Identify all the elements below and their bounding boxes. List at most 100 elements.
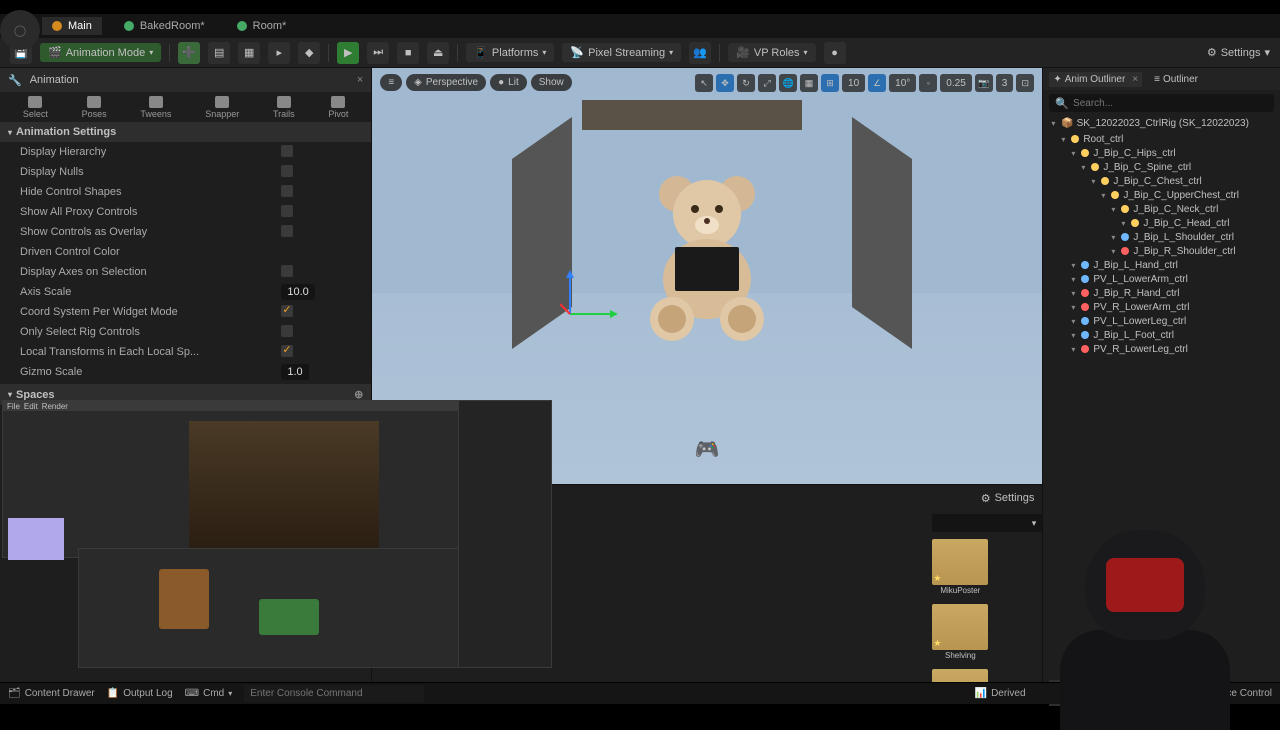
sequence-button[interactable]: ▸ [268,42,290,64]
tree-row[interactable]: ▾PV_R_LowerArm_ctrl [1043,300,1280,314]
gizmo-scale-input[interactable]: 1.0 [281,364,308,380]
search-icon: 🔍 [1055,97,1069,110]
close-icon[interactable]: × [357,74,363,86]
tab-anim-outliner[interactable]: ✦Anim Outliner× [1049,72,1142,87]
checkbox-proxy[interactable] [281,205,293,217]
derived-data-button[interactable]: 📊 Derived [975,688,1026,699]
checkbox-overlay[interactable] [281,225,293,237]
tree-row[interactable]: ▾PV_L_LowerArm_ctrl [1043,272,1280,286]
tree-row[interactable]: ▾J_Bip_C_Head_ctrl [1043,216,1280,230]
surface-snap[interactable]: ▦ [800,74,818,92]
eject-button[interactable]: ⏏ [427,42,449,64]
checkbox-coord[interactable] [281,305,293,317]
scale-snap-value[interactable]: 0.25 [940,74,971,92]
camera-speed-value[interactable]: 3 [996,74,1014,92]
scale-snap[interactable]: ◦ [919,74,937,92]
stop-button[interactable]: ■ [397,42,419,64]
unreal-logo[interactable]: ◯ [0,10,40,50]
gamepad-icon: 🎮 [695,437,720,462]
checkbox-display-nulls[interactable] [281,165,293,177]
angle-snap[interactable]: ∠ [868,74,886,92]
settings-dropdown[interactable]: ⚙Settings▾ [1207,46,1270,59]
axis-scale-input[interactable]: 10.0 [281,284,314,300]
tree-row[interactable]: ▾Root_ctrl [1043,132,1280,146]
checkbox-axes[interactable] [281,265,293,277]
tree-row[interactable]: ▾J_Bip_L_Shoulder_ctrl [1043,230,1280,244]
tab-outliner[interactable]: ≡Outliner [1150,72,1202,87]
mode-dropdown[interactable]: 🎬Animation Mode▾ [40,43,161,62]
grid-snap-value[interactable]: 10 [842,74,865,92]
search-input[interactable] [1073,98,1268,109]
maximize-viewport[interactable]: ⊡ [1016,74,1034,92]
tab-room[interactable]: Room* [227,17,297,35]
tree-row[interactable]: ▾PV_L_LowerLeg_ctrl [1043,314,1280,328]
mode-tweens[interactable]: Tweens [134,94,177,121]
select-tool[interactable]: ↖ [695,74,713,92]
mode-trails[interactable]: Trails [267,94,301,121]
tab-bakedroom[interactable]: BakedRoom* [114,17,215,35]
tree-row[interactable]: ▾J_Bip_R_Shoulder_ctrl [1043,244,1280,258]
perspective-dropdown[interactable]: ◈ Perspective [406,74,486,91]
mode-select[interactable]: Select [17,94,54,121]
vproles-dropdown[interactable]: 🎥VP Roles▾ [728,43,815,62]
tab-label: Main [68,20,92,32]
mode-poses[interactable]: Poses [76,94,113,121]
asset-mikuposter[interactable]: ★MikuPoster [932,539,988,596]
asset-shelving[interactable]: ★Shelving [932,604,988,661]
output-log-button[interactable]: 📋 Output Log [107,688,173,699]
cmd-dropdown[interactable]: ⌨ Cmd ▾ [185,688,233,699]
normal-map-chip [8,518,64,560]
tree-row[interactable]: ▾J_Bip_C_Neck_ctrl [1043,202,1280,216]
play-button[interactable]: ▶ [337,42,359,64]
tree-row[interactable]: ▾J_Bip_C_Spine_ctrl [1043,160,1280,174]
tree-root[interactable]: ▾📦 SK_12022023_CtrlRig (SK_12022023) [1043,116,1280,130]
external-window-2[interactable] [78,548,468,668]
prop-label: Show All Proxy Controls [20,206,281,218]
external-window-3[interactable] [458,400,552,668]
content-drawer-button[interactable]: 🗂 Content Drawer [8,688,95,699]
skip-button[interactable]: ⏭ [367,42,389,64]
grid-snap[interactable]: ⊞ [821,74,839,92]
keyframe-button[interactable]: ◆ [298,42,320,64]
checkbox-hide-shapes[interactable] [281,185,293,197]
console-input[interactable] [244,685,424,702]
tree-row[interactable]: ▾J_Bip_L_Hand_ctrl [1043,258,1280,272]
tree-row[interactable]: ▾PV_R_LowerLeg_ctrl [1043,342,1280,356]
rotate-tool[interactable]: ↻ [737,74,755,92]
show-dropdown[interactable]: Show [531,74,572,91]
add-button[interactable]: ➕ [178,42,200,64]
checkbox-onlyrig[interactable] [281,325,293,337]
filter-dropdown[interactable]: ▾ [932,514,1042,532]
wrench-icon: 🔧 [8,74,22,87]
outliner-search[interactable]: 🔍 [1049,94,1274,112]
checkbox-localtrans[interactable] [281,345,293,357]
prop-label: Coord System Per Widget Mode [20,306,281,318]
viewport-menu[interactable]: ≡ [380,74,402,91]
tree-row[interactable]: ▾J_Bip_C_Hips_ctrl [1043,146,1280,160]
prop-label: Local Transforms in Each Local Sp... [20,346,281,358]
checkbox-display-hierarchy[interactable] [281,145,293,157]
world-local-toggle[interactable]: 🌐 [779,74,797,92]
tree-row[interactable]: ▾J_Bip_L_Foot_ctrl [1043,328,1280,342]
multiuser-button[interactable]: 👥 [689,42,711,64]
mode-snapper[interactable]: Snapper [199,94,245,121]
translate-tool[interactable]: ✥ [716,74,734,92]
mode-pivot[interactable]: Pivot [322,94,354,121]
close-icon[interactable]: × [1132,74,1138,85]
content-settings[interactable]: ⚙Settings [981,492,1035,505]
blueprint-button[interactable]: ▦ [238,42,260,64]
tab-main[interactable]: Main [42,17,102,35]
platforms-dropdown[interactable]: 📱Platforms▾ [466,43,554,62]
settings-label: Settings [1221,47,1261,59]
angle-snap-value[interactable]: 10° [889,74,916,92]
pixelstreaming-dropdown[interactable]: 📡Pixel Streaming▾ [562,43,681,62]
scale-tool[interactable]: ⤢ [758,74,776,92]
takerecorder-button[interactable]: ● [824,42,846,64]
camera-speed-icon[interactable]: 📷 [975,74,993,92]
marketplace-button[interactable]: ▤ [208,42,230,64]
tree-row[interactable]: ▾J_Bip_C_Chest_ctrl [1043,174,1280,188]
tree-row[interactable]: ▾J_Bip_R_Hand_ctrl [1043,286,1280,300]
lit-dropdown[interactable]: ● Lit [490,74,527,91]
section-animation-settings[interactable]: Animation Settings [0,122,371,142]
tree-row[interactable]: ▾J_Bip_C_UpperChest_ctrl [1043,188,1280,202]
